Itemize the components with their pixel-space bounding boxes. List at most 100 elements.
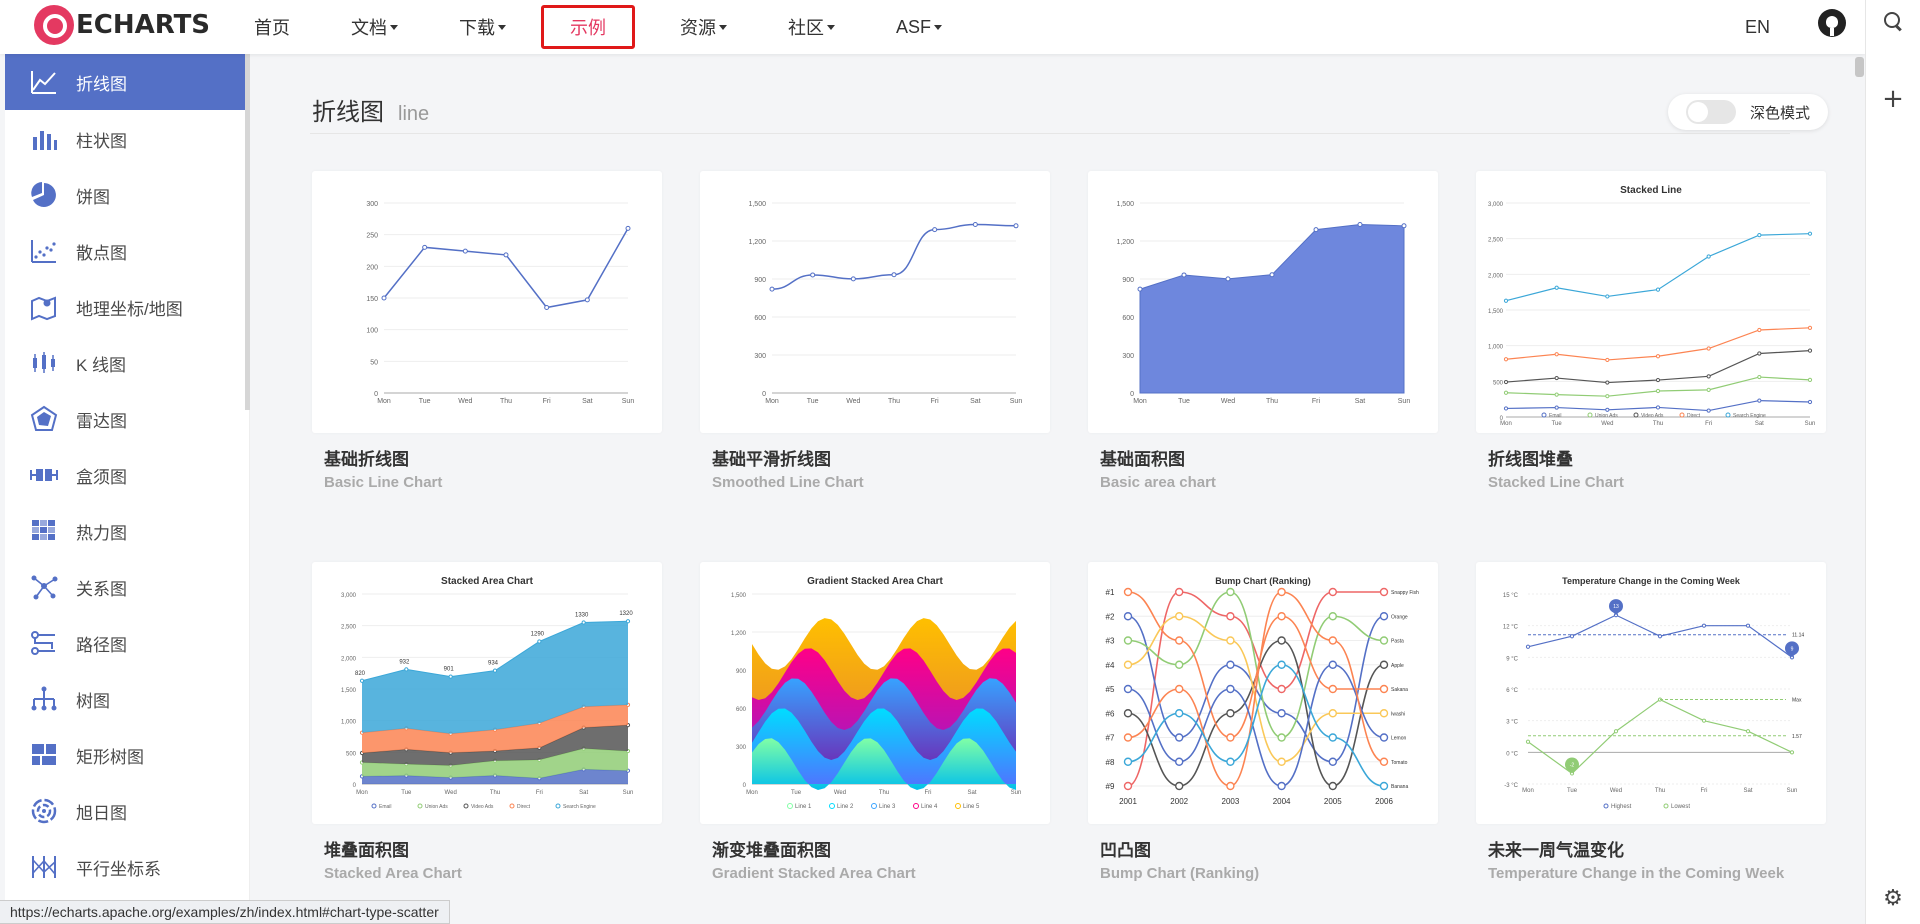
data-point [1757,398,1762,403]
rank-label: #1 [1106,588,1115,597]
chart-thumbnail: Stacked Line 3,000 2,500 2,000 1,500 1,000 500… [1488,185,1816,427]
data-point [972,222,978,228]
example-card-thumbnail[interactable]: 300 250 200 150 100 50 0 Mon Tue Wed Thu Fri Sat Sun [312,171,662,433]
example-title[interactable]: 凹凸图 [1100,836,1151,861]
data-point [1807,377,1813,383]
nav-item-0[interactable]: 首页 [238,5,306,49]
nav-item-1[interactable]: 文档 [335,5,414,49]
example-subtitle: Stacked Line Chart [1488,474,1624,491]
x-tick-label: Tue [1567,788,1578,794]
data-point [891,272,897,278]
nav-item-5[interactable]: 社区 [772,5,851,49]
chart-thumbnail: 1,500 1,200 900 600 300 0Mon Tue Wed Thu Fri Sat Su… [748,201,1022,405]
sidebar-item-pie-chart[interactable]: 饼图 [5,167,250,223]
series-line [383,227,629,309]
sidebar-item-line-chart[interactable]: 折线图 [5,54,250,110]
data-point [625,225,631,231]
x-tick-label: Mon [377,398,391,405]
x-tick-label: Fri [1312,398,1321,405]
legend-label: Direct [517,804,531,810]
data-point [1328,684,1338,694]
data-point [1174,612,1184,621]
y-tick-label: 9 °C [1506,656,1518,662]
x-tick-label: Sat [1755,421,1764,427]
data-point [1503,379,1509,385]
x-tick-label: Wed [445,790,457,796]
data-point [1745,623,1751,628]
sidebar-item-treemap[interactable]: 矩形树图 [5,727,250,783]
sidebar-item-boxplot[interactable]: 盒须图 [5,447,250,503]
x-tick-label: Sun [1805,421,1816,427]
sidebar-item-label: 折线图 [76,74,127,94]
example-title[interactable]: 堆叠面积图 [324,836,409,861]
x-tick-label: Wed [834,790,846,796]
sidebar-item-lines[interactable]: 路径图 [5,615,250,671]
toggle-switch[interactable] [1686,100,1736,124]
data-point [1757,351,1762,356]
example-card-thumbnail[interactable]: Stacked Line 3,000 2,500 2,000 1,500 1,000 500… [1476,171,1826,433]
nav-item-3[interactable]: 示例 [541,5,635,49]
example-card-thumbnail[interactable]: 1,500 1,200 900 600 300 0 Mon Tue Wed Thu Fri Sat Su… [700,171,1050,433]
sidebar-item-map[interactable]: 地理坐标/地图 [5,279,250,335]
sidebar-item-graph[interactable]: 关系图 [5,559,250,615]
sidebar-item-label: K 线图 [76,355,127,375]
x-tick-label: Fri [931,398,940,405]
page-scrollbar[interactable] [1855,57,1864,77]
boxplot-icon [30,461,58,489]
example-subtitle: Gradient Stacked Area Chart [712,865,916,882]
example-title[interactable]: 基础平滑折线图 [712,445,831,470]
data-point [1277,733,1286,742]
y-tick-label: 500 [1493,380,1504,386]
language-switch[interactable]: EN [1745,12,1770,42]
tree-icon [30,685,58,713]
nav-item-2[interactable]: 下载 [443,5,522,49]
sidebar-item-heatmap[interactable]: 热力图 [5,503,250,559]
example-card-thumbnail[interactable]: Bump Chart (Ranking) #1 #2 #3 #4 #5 #6 #7 #8 #9 20… [1088,562,1438,824]
search-icon[interactable] [1882,10,1904,32]
echarts-logo[interactable]: ECHARTS [34,5,210,45]
data-point [381,295,387,301]
example-title[interactable]: 未来一周气温变化 [1488,836,1624,861]
nav-item-4[interactable]: 资源 [664,5,743,49]
legend-marker [1633,412,1639,418]
y-tick-label: 1,500 [731,593,747,599]
github-icon[interactable] [1818,9,1846,37]
gear-icon[interactable]: ⚙ [1882,888,1904,910]
sidebar-item-parallel[interactable]: 平行坐标系 [5,839,250,895]
plus-icon[interactable]: + [1882,86,1904,112]
example-subtitle: Smoothed Line Chart [712,474,864,491]
sidebar-item-sunburst[interactable]: 旭日图 [5,783,250,839]
sidebar-item-radar[interactable]: 雷达图 [5,391,250,447]
example-title[interactable]: 折线图堆叠 [1488,445,1573,470]
year-label: 2004 [1273,797,1291,806]
legend-marker [1725,412,1731,418]
sidebar-item-scatter-chart[interactable]: 散点图 [5,223,250,279]
rank-label: #7 [1106,734,1115,743]
legend-marker [417,803,423,809]
data-point [1554,405,1559,410]
nav-item-6[interactable]: ASF [880,5,958,49]
bar-chart-icon [30,125,58,153]
sidebar-item-candlestick[interactable]: K 线图 [5,335,250,391]
example-title[interactable]: 渐变堆叠面积图 [712,836,831,861]
x-tick-label: Wed [1221,398,1235,405]
data-point [1226,709,1235,718]
example-card-thumbnail[interactable]: Stacked Area Chart 3,000 2,500 2,000 1,500 1,… [312,562,662,824]
legend-marker [463,803,469,809]
data-label: 820 [355,671,366,677]
example-card-thumbnail[interactable]: Temperature Change in the Coming Week 15 … [1476,562,1826,824]
example-title[interactable]: 基础折线图 [324,445,409,470]
sidebar-item-tree[interactable]: 树图 [5,671,250,727]
legend-marker [1541,412,1547,418]
example-card-thumbnail[interactable]: Gradient Stacked Area Chart 1,500 1,200 900… [700,562,1050,824]
y-tick-label: 2,500 [341,625,357,631]
rank-label: #3 [1106,637,1115,646]
y-tick-label: 900 [754,277,766,284]
example-title[interactable]: 基础面积图 [1100,445,1185,470]
legend-label: Union Ads [425,804,448,810]
sidebar-item-bar-chart[interactable]: 柱状图 [5,111,250,167]
data-label: 901 [444,667,455,673]
logo-text: ECHARTS [76,10,211,40]
dark-mode-toggle[interactable]: 深色模式 [1668,94,1828,130]
example-card-thumbnail[interactable]: 1,500 1,200 900 600 300 0 Mon Tue Wed Thu Fri Sat Su… [1088,171,1438,433]
